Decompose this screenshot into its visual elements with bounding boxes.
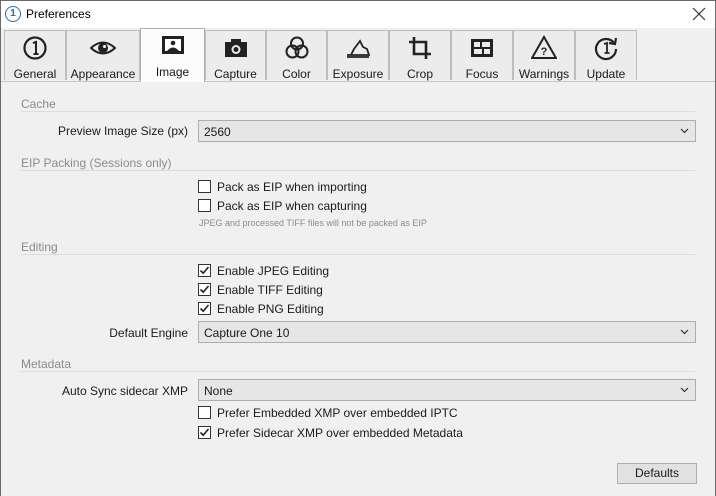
tab-label: Appearance xyxy=(70,67,136,81)
pack-eip-capturing-label: Pack as EIP when capturing xyxy=(217,199,367,213)
tab-warnings[interactable]: ? Warnings xyxy=(513,30,575,81)
warning-triangle-icon: ? xyxy=(531,35,557,59)
tab-exposure[interactable]: Exposure xyxy=(327,30,389,81)
close-icon xyxy=(692,7,706,21)
tab-image[interactable]: Image xyxy=(140,28,205,82)
chevron-down-icon xyxy=(680,329,689,335)
divider xyxy=(21,111,695,112)
pack-eip-importing-label: Pack as EIP when importing xyxy=(217,180,367,194)
eye-icon xyxy=(90,41,116,55)
section-heading-metadata: Metadata xyxy=(21,357,72,371)
tab-bar: General Appearance Image Capture Color E… xyxy=(1,28,715,82)
enable-jpeg-editing-checkbox[interactable] xyxy=(198,264,211,277)
section-heading-editing: Editing xyxy=(21,240,58,254)
auto-sync-xmp-label: Auto Sync sidecar XMP xyxy=(61,384,188,398)
preview-size-label: Preview Image Size (px) xyxy=(57,124,188,138)
tab-appearance[interactable]: Appearance xyxy=(66,30,140,81)
chevron-down-icon xyxy=(680,128,689,134)
tab-label: Warnings xyxy=(518,67,570,81)
preview-size-value: 2560 xyxy=(204,125,231,139)
pack-eip-capturing-checkbox[interactable] xyxy=(198,199,211,212)
prefer-sidecar-xmp-checkbox[interactable] xyxy=(198,426,211,439)
window-title: Preferences xyxy=(26,7,91,21)
default-engine-dropdown[interactable]: Capture One 10 xyxy=(198,321,696,343)
checkmark-icon xyxy=(199,285,210,294)
tab-label: General xyxy=(13,67,57,81)
tab-label: Focus xyxy=(465,67,499,81)
image-icon xyxy=(161,36,184,54)
focus-grid-icon xyxy=(471,39,493,57)
auto-sync-xmp-value: None xyxy=(204,384,233,398)
capture-one-app-icon: 1 xyxy=(5,6,21,22)
tab-label: Update xyxy=(586,67,626,81)
section-heading-eip: EIP Packing (Sessions only) xyxy=(21,156,172,170)
tab-label: Capture xyxy=(214,67,257,81)
close-button[interactable] xyxy=(687,3,711,25)
tab-color[interactable]: Color xyxy=(266,30,327,81)
color-circles-icon xyxy=(285,36,308,59)
tab-capture[interactable]: Capture xyxy=(205,30,266,81)
enable-png-editing-label: Enable PNG Editing xyxy=(217,302,324,316)
title-bar: 1 Preferences xyxy=(1,1,715,28)
svg-text:?: ? xyxy=(541,46,548,58)
preview-size-dropdown[interactable]: 2560 xyxy=(198,120,696,142)
divider xyxy=(21,170,695,171)
tab-label: Image xyxy=(155,65,190,79)
enable-tiff-editing-label: Enable TIFF Editing xyxy=(217,283,323,297)
default-engine-label: Default Engine xyxy=(109,326,188,340)
tab-label: Exposure xyxy=(332,67,384,81)
enable-png-editing-checkbox[interactable] xyxy=(198,302,211,315)
enable-jpeg-editing-label: Enable JPEG Editing xyxy=(217,264,330,278)
image-settings-panel: Cache Preview Image Size (px) 2560 EIP P… xyxy=(1,81,715,496)
section-heading-cache: Cache xyxy=(21,97,56,111)
tab-label: Crop xyxy=(406,67,433,81)
tab-general[interactable]: General xyxy=(4,30,66,81)
tab-update[interactable]: Update xyxy=(575,30,637,81)
capture-one-logo-icon xyxy=(23,36,47,60)
prefer-embedded-xmp-checkbox[interactable] xyxy=(198,406,211,419)
tab-label: Color xyxy=(282,67,311,81)
crop-icon xyxy=(409,37,431,59)
checkmark-icon xyxy=(199,428,210,437)
prefer-embedded-xmp-label: Prefer Embedded XMP over embedded IPTC xyxy=(217,406,458,420)
update-icon xyxy=(594,37,618,61)
exposure-icon xyxy=(347,39,371,58)
tab-focus[interactable]: Focus xyxy=(451,30,513,81)
preferences-window: 1 Preferences General Appearance Image C… xyxy=(0,0,716,496)
pack-eip-importing-checkbox[interactable] xyxy=(198,180,211,193)
checkmark-icon xyxy=(199,266,210,275)
default-engine-value: Capture One 10 xyxy=(204,326,290,340)
defaults-button[interactable]: Defaults xyxy=(617,463,697,484)
enable-tiff-editing-checkbox[interactable] xyxy=(198,283,211,296)
chevron-down-icon xyxy=(680,387,689,393)
tab-crop[interactable]: Crop xyxy=(389,30,451,81)
eip-note: JPEG and processed TIFF files will not b… xyxy=(199,218,427,228)
prefer-sidecar-xmp-label: Prefer Sidecar XMP over embedded Metadat… xyxy=(217,426,463,440)
camera-icon xyxy=(224,39,247,57)
divider xyxy=(21,254,695,255)
checkmark-icon xyxy=(199,304,210,313)
divider xyxy=(21,371,695,372)
auto-sync-xmp-dropdown[interactable]: None xyxy=(198,379,696,401)
